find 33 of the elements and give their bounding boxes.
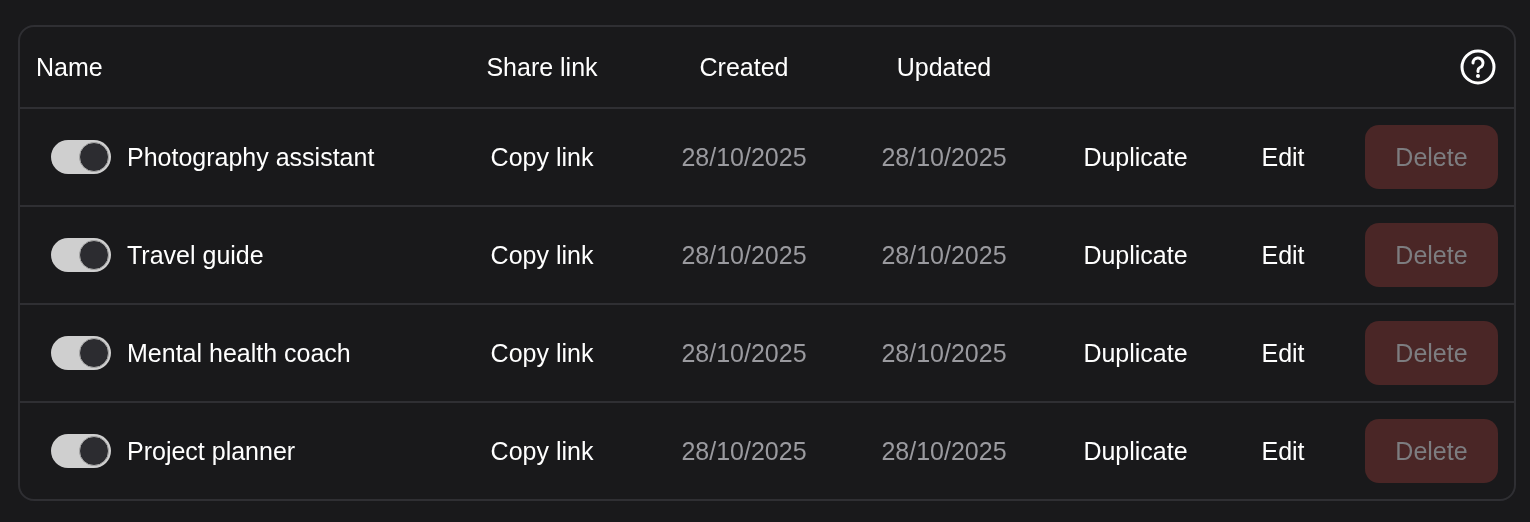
duplicate-link[interactable]: Duplicate bbox=[1083, 142, 1188, 172]
date-text: 28/10/2025 bbox=[881, 338, 1007, 368]
date-text: 28/10/2025 bbox=[881, 436, 1007, 466]
date-text: 28/10/2025 bbox=[881, 142, 1007, 172]
date-text: 28/10/2025 bbox=[681, 338, 807, 368]
item-name: Travel guide bbox=[127, 240, 264, 270]
duplicate-link[interactable]: Duplicate bbox=[1083, 338, 1188, 368]
edit-link[interactable]: Edit bbox=[1261, 338, 1305, 368]
date-text: 28/10/2025 bbox=[681, 142, 807, 172]
edit-link[interactable]: Edit bbox=[1261, 142, 1305, 172]
item-name: Project planner bbox=[127, 436, 296, 466]
column-header: Created bbox=[699, 52, 789, 82]
help-icon[interactable] bbox=[1460, 49, 1496, 85]
copy-link[interactable]: Copy link bbox=[490, 240, 594, 270]
toggle-switch[interactable] bbox=[51, 336, 111, 370]
toggle-switch[interactable] bbox=[51, 238, 111, 272]
edit-link[interactable]: Edit bbox=[1261, 240, 1305, 270]
item-name: Mental health coach bbox=[127, 338, 351, 368]
copy-link[interactable]: Copy link bbox=[490, 436, 594, 466]
item-name: Photography assistant bbox=[127, 142, 375, 172]
column-header: Updated bbox=[896, 52, 992, 82]
date-text: 28/10/2025 bbox=[881, 240, 1007, 270]
toggle-switch[interactable] bbox=[51, 434, 111, 468]
duplicate-link[interactable]: Duplicate bbox=[1083, 240, 1188, 270]
toggle-switch[interactable] bbox=[51, 140, 111, 174]
column-header: Share link bbox=[486, 52, 598, 82]
edit-link[interactable]: Edit bbox=[1261, 436, 1305, 466]
date-text: 28/10/2025 bbox=[681, 240, 807, 270]
duplicate-link[interactable]: Duplicate bbox=[1083, 436, 1188, 466]
date-text: 28/10/2025 bbox=[681, 436, 807, 466]
copy-link[interactable]: Copy link bbox=[490, 338, 594, 368]
column-header: Name bbox=[36, 52, 103, 82]
copy-link[interactable]: Copy link bbox=[490, 142, 594, 172]
